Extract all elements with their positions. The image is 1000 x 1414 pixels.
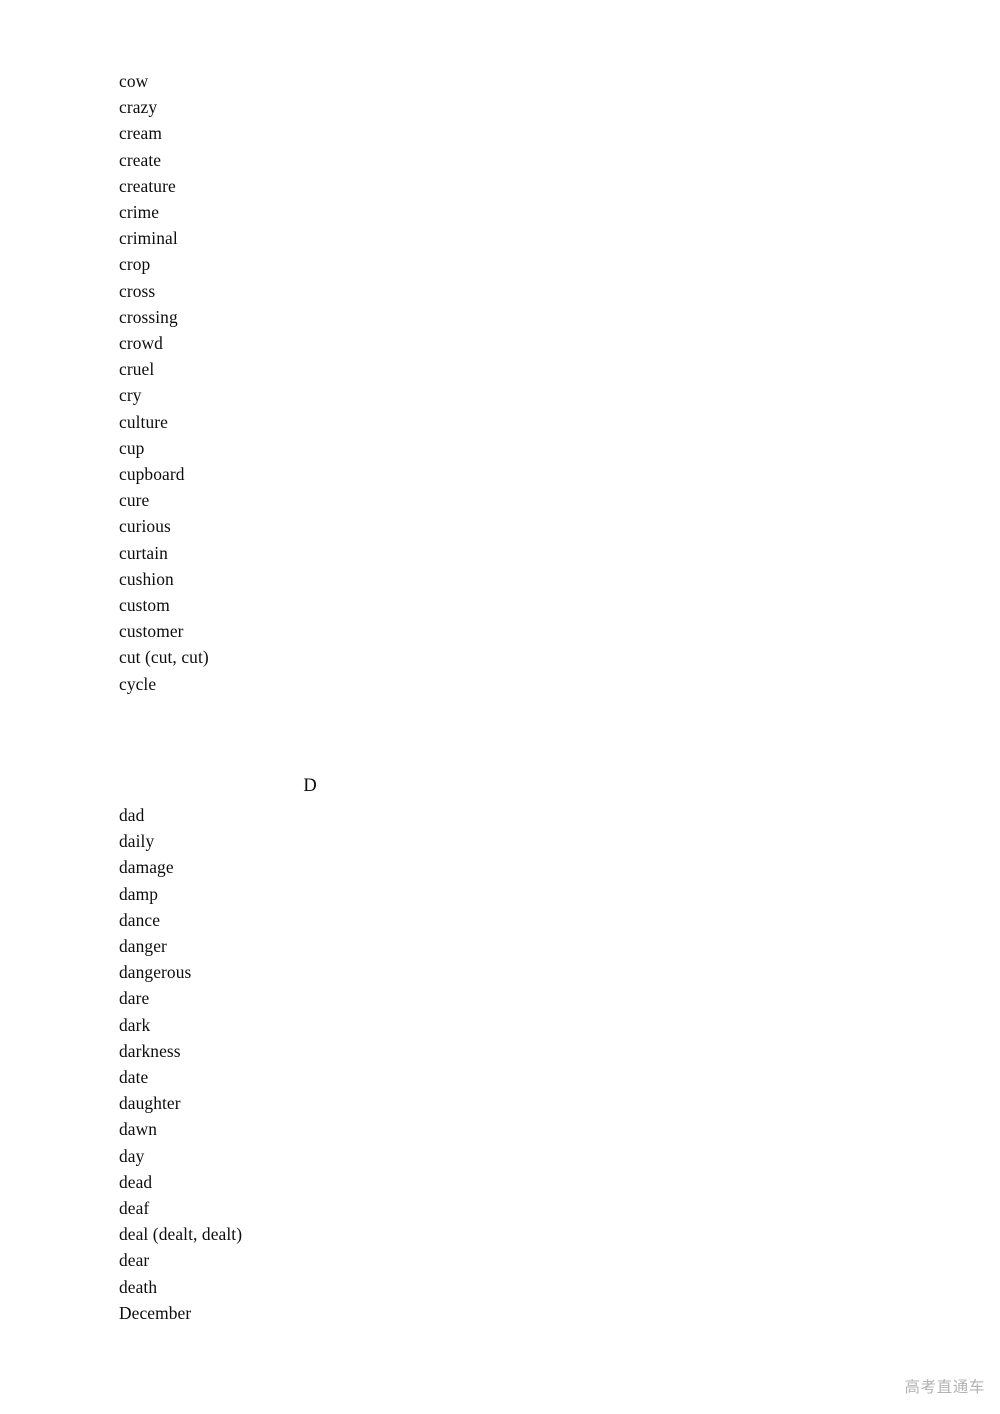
word-entry: dear (119, 1250, 150, 1271)
word-entry: date (119, 1067, 149, 1088)
word-entry: cushion (119, 568, 174, 589)
word-entry: crazy (119, 97, 158, 118)
word-entry: December (119, 1302, 192, 1323)
word-entry: curtain (119, 542, 168, 563)
word-entry: danger (119, 936, 167, 957)
word-entry: daughter (119, 1093, 181, 1114)
word-list-c-continued: cow crazy cream create creature crime criminal… (119, 68, 739, 697)
word-entry: damage (119, 857, 174, 878)
word-entry: crop (119, 254, 151, 275)
word-entry: cut (cut, cut) (119, 647, 209, 668)
word-entry: cycle (119, 673, 157, 694)
word-entry: dark (119, 1014, 151, 1035)
word-entry: darkness (119, 1040, 181, 1061)
word-entry: cupboard (119, 464, 185, 485)
word-entry: daily (119, 831, 155, 852)
watermark: 高考直通车 (904, 1378, 985, 1396)
word-entry: crowd (119, 333, 163, 354)
word-entry: damp (119, 883, 159, 904)
word-entry: cross (119, 280, 156, 301)
word-entry: dare (119, 988, 150, 1009)
word-entry: dangerous (119, 962, 192, 983)
word-entry: deal (dealt, dealt) (119, 1224, 243, 1245)
word-entry: custom (119, 595, 170, 616)
word-entry: cry (119, 385, 142, 406)
word-entry: cruel (119, 359, 155, 380)
word-entry: crime (119, 202, 160, 223)
word-entry: create (119, 149, 162, 170)
word-entry: dead (119, 1171, 153, 1192)
word-entry: customer (119, 621, 184, 642)
word-list-d: dad daily damage damp dance danger dangerous da… (119, 802, 739, 1326)
section-heading-d-label: D (303, 776, 317, 796)
word-entry: dad (119, 805, 145, 825)
word-entry: culture (119, 411, 168, 432)
word-entry: creature (119, 175, 176, 196)
word-entry: day (119, 1145, 145, 1166)
word-entry: criminal (119, 228, 178, 249)
word-entry: cup (119, 437, 145, 458)
section-heading-d: D (0, 775, 620, 797)
word-entry: dawn (119, 1119, 158, 1140)
word-entry: cure (119, 490, 150, 511)
word-entry: deaf (119, 1198, 150, 1219)
word-entry: curious (119, 516, 171, 537)
word-entry: dance (119, 909, 161, 930)
document-page: cow crazy cream create creature crime criminal… (0, 0, 1000, 1414)
word-entry: cow (119, 71, 149, 91)
word-entry: cream (119, 123, 162, 144)
word-entry: crossing (119, 306, 178, 327)
word-entry: death (119, 1276, 158, 1297)
